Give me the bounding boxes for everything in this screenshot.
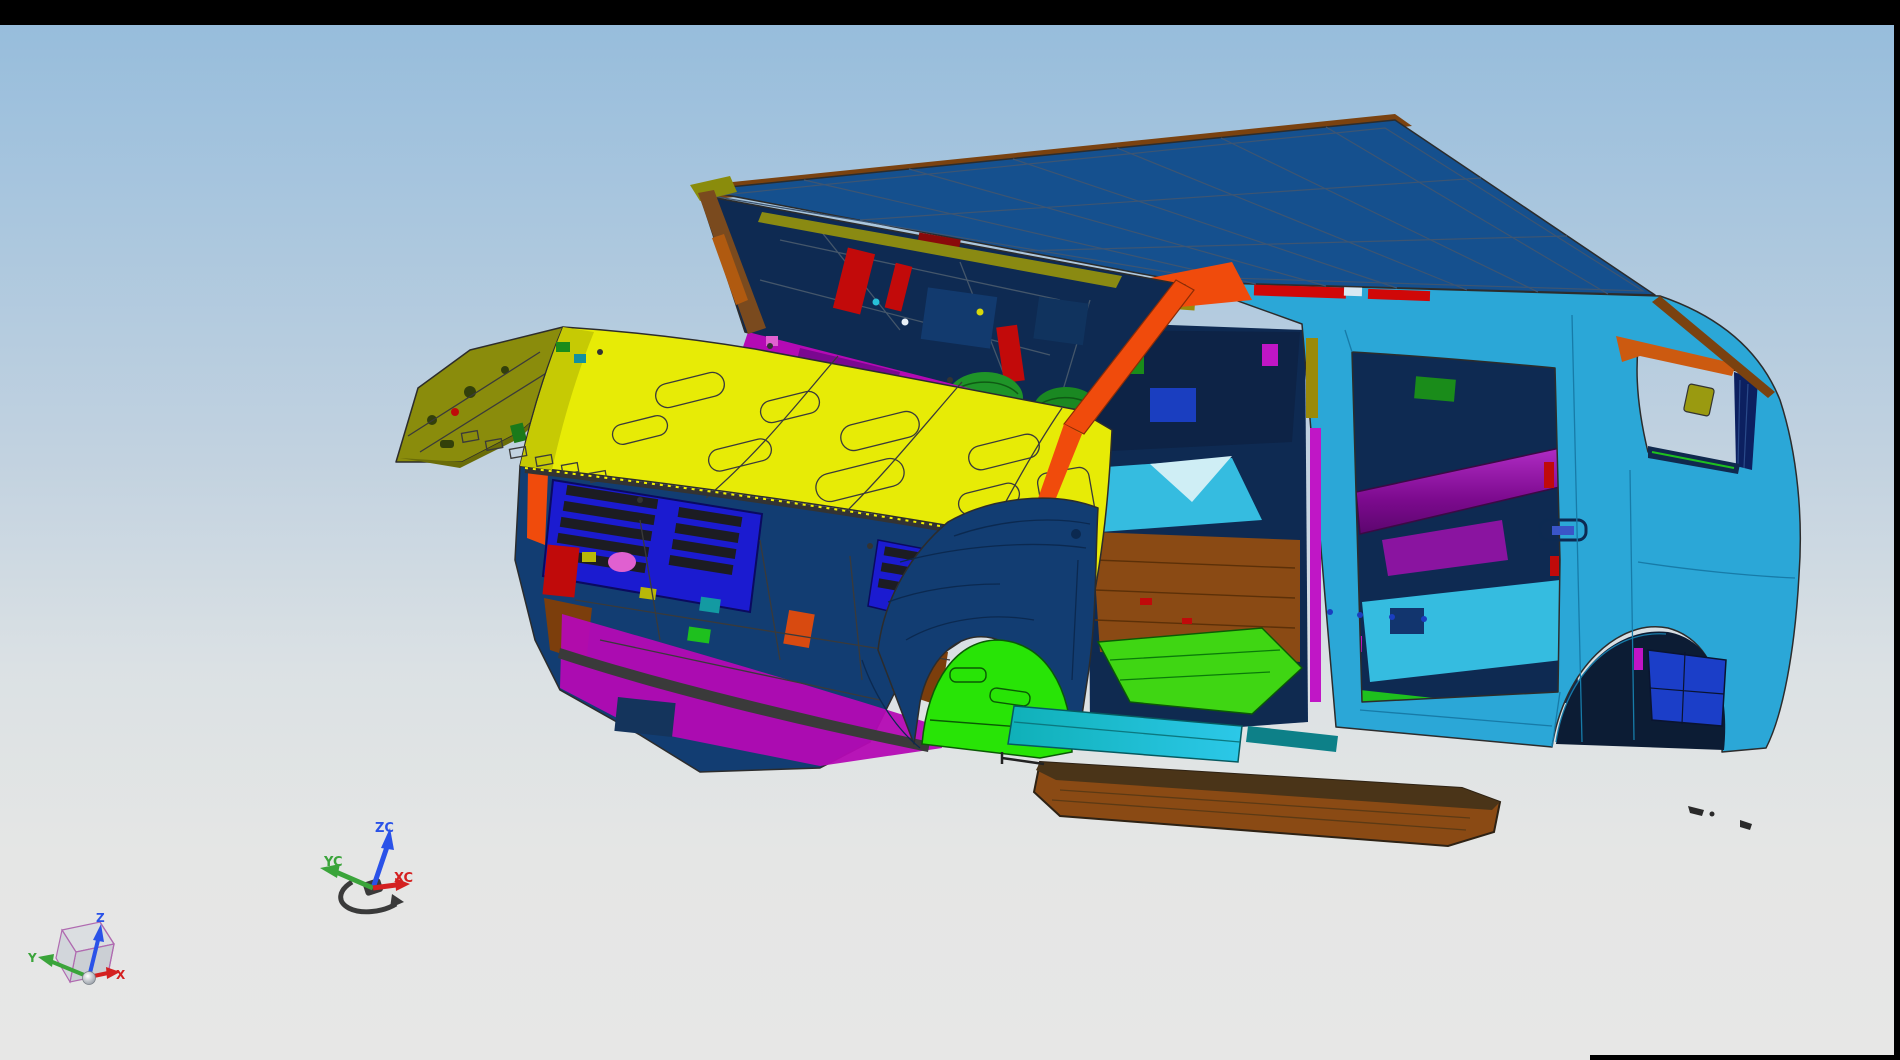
rear-red-sliver2 [1550,556,1559,576]
clip-yellow-bit2 [639,587,656,600]
cowl-corner-teal [574,354,586,363]
wcs-y-axis[interactable] [336,872,373,888]
scene-svg: ZC YC XC Z Y X [0,0,1900,1060]
datum-csys[interactable]: Z Y X [27,911,126,985]
cowl-corner-green [556,342,570,352]
arch-magenta-sliver [1634,648,1643,670]
wcs-z-label: ZC [375,821,394,836]
clip-pink-blob [608,552,636,572]
window-olive-bracket [1683,384,1714,417]
wcs-triad[interactable]: ZC YC XC [320,821,413,912]
dash-magenta-part [1262,344,1278,366]
floor-red-bit2 [1182,618,1192,624]
wheelhouse-box[interactable] [1648,650,1726,726]
clip-orange-strip [527,470,548,545]
wcs-x-axis[interactable] [373,885,396,888]
speck-white [902,319,909,326]
floor-red-bit [1140,598,1152,605]
stray-geometry [1688,806,1752,830]
rear-red-sliver [1544,462,1554,488]
clip-lower-box [614,697,675,737]
rear-green-part [1414,376,1456,401]
wcs-y-label: YC [323,855,343,870]
clip-teal-bit [699,597,721,614]
rocker-teal-strip [1246,726,1338,752]
bpillar-magenta-strip [1310,428,1321,702]
clip-yellow-bit [582,552,596,562]
datum-y-arrowhead [38,954,54,967]
clip-red-patch [542,544,579,597]
datum-x-label: X [116,968,126,982]
dash-blue-box [1150,388,1196,422]
ip-blue-box [921,287,998,348]
fender-hole [1071,529,1081,539]
speck-yellow [977,309,984,316]
datum-y-label: Y [27,951,37,965]
wcs-x-label: XC [394,871,413,886]
rear-door-interior[interactable] [1345,335,1578,720]
wing-red-dot [451,408,459,416]
application-window: ZC YC XC Z Y X [0,0,1900,1060]
datum-z-label: Z [96,911,105,925]
ip-blue-box2 [1033,297,1088,346]
datum-origin-sphere[interactable] [83,972,96,985]
rear-floor-box [1390,608,1424,634]
door-handle [1552,526,1574,535]
speck-cyan [873,299,880,306]
bpillar-olive-strip [1306,338,1318,418]
car-body-model[interactable] [396,114,1800,846]
